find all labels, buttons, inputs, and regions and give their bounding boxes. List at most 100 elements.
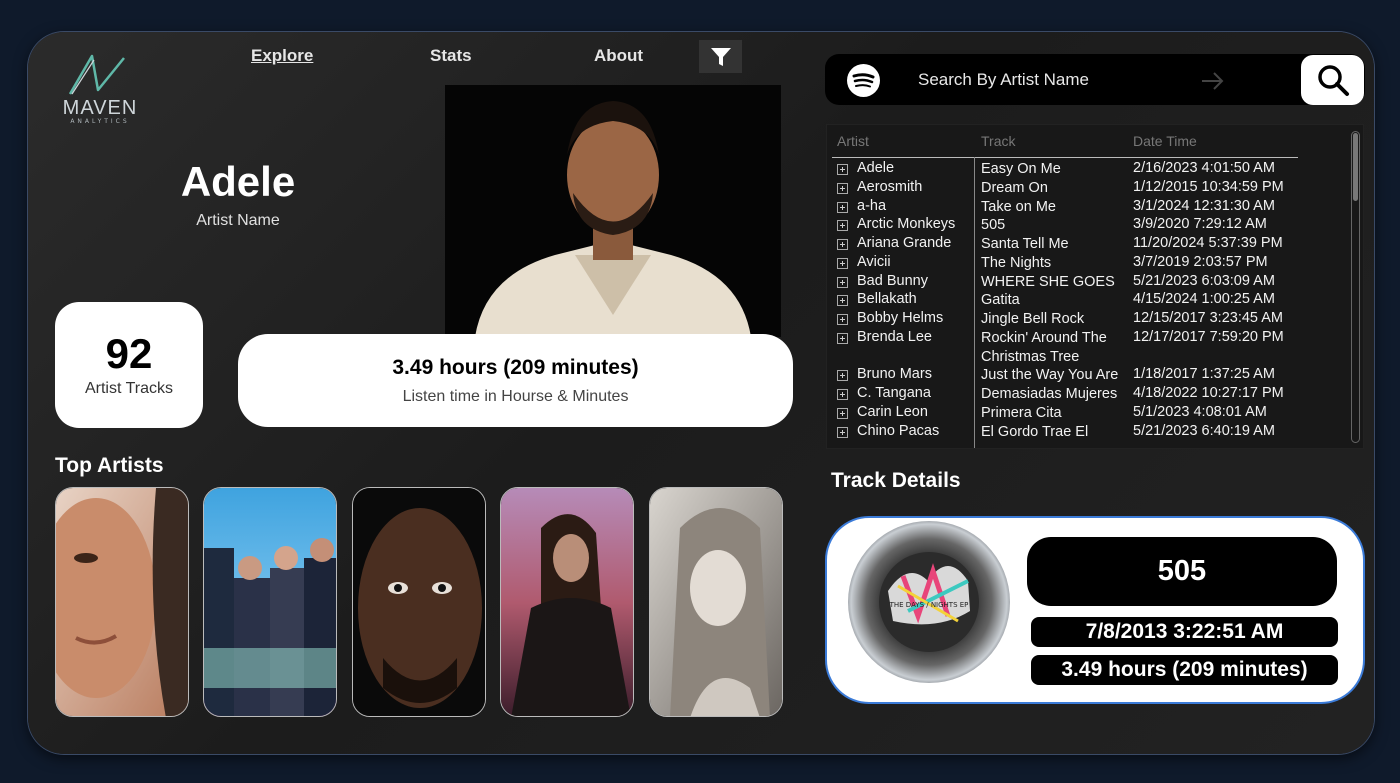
top-artist-image [650,488,782,716]
cell-artist: Arctic Monkeys [857,216,956,233]
maven-logo-icon [68,54,125,95]
header-track[interactable]: Track [981,133,1015,149]
search-input[interactable]: Search By Artist Name [918,70,1089,90]
expand-icon[interactable] [837,389,848,400]
top-artist-tile[interactable] [649,487,783,717]
table-row[interactable]: Avicii The Nights 3/7/2019 2:03:57 PM [827,254,1347,273]
cell-date-time: 5/21/2023 6:03:09 AM [1133,272,1275,289]
cell-track: The Nights [981,254,1052,271]
header-date-time[interactable]: Date Time [1133,133,1197,149]
top-artist-image [501,488,633,716]
table-body: Adele Easy On Me 2/16/2023 4:01:50 AM Aeros… [827,160,1347,441]
artist-portrait-image [445,85,781,337]
expand-icon[interactable] [837,426,848,438]
table-row[interactable]: Bellakath Gatita 4/15/2024 1:00:25 AM [827,291,1347,310]
expand-icon[interactable] [837,314,848,325]
cell-track: Jingle Bell Rock [981,311,1085,327]
artist-tracks-card: 92 Artist Tracks [55,302,203,428]
cell-date-time: 5/21/2023 6:40:19 AM [1133,422,1275,439]
logo-sub: ANALYTICS [70,118,130,125]
top-artist-image [353,488,485,716]
top-artist-tile[interactable] [352,487,486,717]
nav-stats[interactable]: Stats [430,46,472,66]
top-artist-image [204,488,336,716]
cell-date-time: 4/15/2024 1:00:25 AM [1133,291,1275,308]
top-artist-tile[interactable] [203,487,337,717]
expand-icon[interactable] [837,257,848,269]
cell-track: Rockin' Around The Christmas Tree [981,329,1107,365]
cell-date-time: 12/15/2017 3:23:45 AM [1133,310,1283,326]
cell-artist: Carin Leon [857,403,928,420]
filter-button[interactable] [699,40,742,73]
cell-track: Santa Tell Me [981,236,1069,252]
cell-track: Gatita [981,292,1020,309]
artist-name-label: Artist Name [196,212,280,229]
cell-date-time: 1/18/2017 1:37:25 AM [1133,366,1275,383]
table-row[interactable]: Brenda Lee Rockin' Around The Christmas T… [827,329,1347,367]
expand-icon[interactable] [837,295,848,307]
cell-track: Dream On [981,179,1048,196]
album-disc: THE DAYS / NIGHTS EP [848,521,1010,683]
track-details-title: Track Details [831,469,961,492]
artist-tracks-label: Artist Tracks [84,380,173,397]
logo-brand: MAVEN [62,97,138,119]
expand-icon[interactable] [837,276,848,288]
header-artist[interactable]: Artist [837,133,869,149]
table-row[interactable]: Bruno Mars Just the Way You Are 1/18/2017 … [827,366,1347,385]
nav-about[interactable]: About [594,46,643,66]
table-row[interactable]: Carin Leon Primera Cita 5/1/2023 4:08:01 A… [827,404,1347,423]
expand-icon[interactable] [837,164,848,175]
cell-track: Easy On Me [981,161,1061,177]
track-name-value: 505 [1027,537,1337,606]
listen-time-label: Listen time in Hourse & Minutes [402,388,629,405]
table-row[interactable]: a-ha Take on Me 3/1/2024 12:31:30 AM [827,198,1347,217]
top-artist-tile[interactable] [55,487,189,717]
expand-icon[interactable] [837,407,848,419]
table-row[interactable]: Ariana Grande Santa Tell Me 11/20/2024 5:3… [827,235,1347,254]
scrollbar-thumb[interactable] [1353,133,1358,201]
cell-date-time: 4/18/2022 10:27:17 PM [1133,385,1284,401]
table-row[interactable]: Bobby Helms Jingle Bell Rock 12/15/2017 3:… [827,310,1347,329]
table-row[interactable]: Aerosmith Dream On 1/12/2015 10:34:59 PM [827,179,1347,198]
table-row[interactable]: C. Tangana Demasiadas Mujeres 4/18/2022 10… [827,385,1347,404]
table-row[interactable]: Arctic Monkeys 505 3/9/2020 7:29:12 AM [827,216,1347,235]
cell-date-time: 3/9/2020 7:29:12 AM [1133,216,1267,233]
cell-date-time: 12/17/2017 7:59:20 PM [1133,328,1284,345]
header-divider [832,157,1298,158]
cell-artist: Aerosmith [857,178,923,195]
cell-date-time: 2/16/2023 4:01:50 AM [1133,160,1275,176]
table-row[interactable]: Bad Bunny WHERE SHE GOES 5/21/2023 6:03:09… [827,273,1347,292]
track-date-value: 7/8/2013 3:22:51 AM [1031,617,1338,647]
search-bar [825,54,1365,105]
filter-icon [710,47,731,66]
table-row[interactable]: Chino Pacas El Gordo Trae El 5/21/2023 6:4… [827,423,1347,442]
expand-icon[interactable] [837,201,848,213]
maven-logo: MAVEN ANALYTICS [52,50,148,126]
cell-date-time: 3/7/2019 2:03:57 PM [1133,253,1268,270]
cell-track: El Gordo Trae El [981,423,1089,440]
cell-track: Take on Me [981,198,1056,215]
cell-artist: Bruno Mars [857,366,932,383]
cell-track: Just the Way You Are [981,367,1119,384]
expand-icon[interactable] [837,370,848,382]
spotify-icon [847,64,880,97]
top-artist-tile[interactable] [500,487,634,717]
table-scrollbar[interactable] [1351,131,1360,443]
expand-icon[interactable] [837,220,848,232]
cell-track: Demasiadas Mujeres [981,386,1118,402]
arrow-right-icon[interactable] [1200,70,1226,92]
search-button[interactable] [1301,55,1364,105]
tracks-table: Artist Track Date Time Adele Easy On Me 2/… [826,124,1364,449]
expand-icon[interactable] [837,239,848,250]
cell-date-time: 11/20/2024 5:37:39 PM [1133,235,1283,251]
listen-time-value: 3.49 hours (209 minutes) [392,356,639,379]
nav-explore[interactable]: Explore [251,46,313,66]
table-row[interactable]: Adele Easy On Me 2/16/2023 4:01:50 AM [827,160,1347,179]
expand-icon[interactable] [837,182,848,194]
expand-icon[interactable] [837,332,848,344]
cell-artist: Avicii [857,253,891,270]
cell-artist: Bobby Helms [857,310,944,326]
search-icon [1317,65,1349,96]
cell-artist: Adele [857,160,895,176]
cell-artist: Brenda Lee [857,328,932,345]
